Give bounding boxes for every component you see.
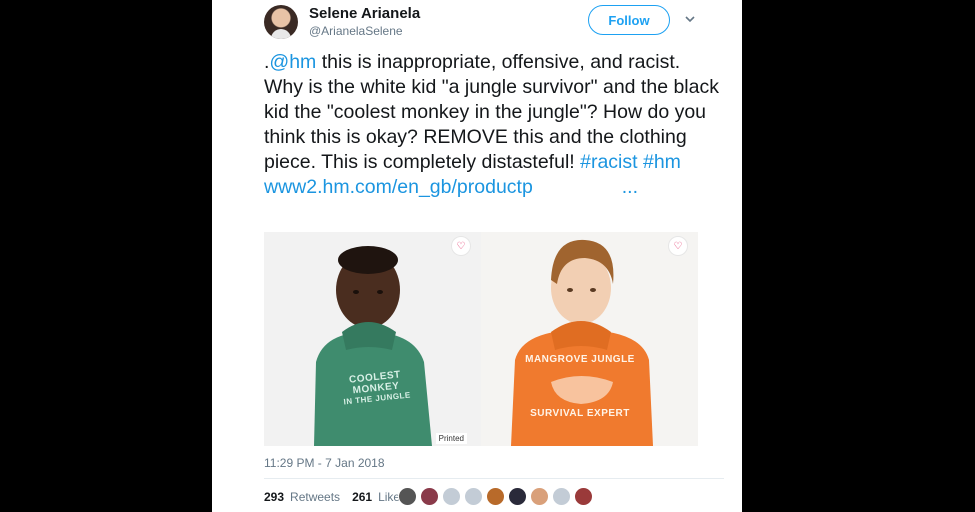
hashtag-hm[interactable]: #hm <box>643 151 681 173</box>
shirt-text-3: SURVIVAL EXPERT <box>525 408 635 419</box>
tweet-text: .@hm this is inappropriate, offensive, a… <box>264 50 724 200</box>
photo-green-hoodie[interactable]: COOLEST MONKEY IN THE JUNGLE ♡ Printed <box>264 232 481 446</box>
liker-avatar[interactable] <box>398 487 417 506</box>
shirt-text-2a: MANGROVE JUNGLE <box>525 354 635 365</box>
shirt-text-2: MANGROVE JUNGLE <box>525 354 635 365</box>
heart-icon[interactable]: ♡ <box>451 236 471 256</box>
retweets-label[interactable]: Retweets <box>290 490 340 504</box>
author-handle[interactable]: @ArianelaSelene <box>309 24 403 38</box>
text-line1: this is inappropriate, offensive, and <box>316 51 623 73</box>
hashtag-racist[interactable]: #racist <box>580 151 637 173</box>
photo-orange-hoodie[interactable]: MANGROVE JUNGLE SURVIVAL EXPERT ♡ <box>481 232 698 446</box>
tweet-timestamp[interactable]: 11:29 PM - 7 Jan 2018 <box>264 456 385 470</box>
liker-avatar[interactable] <box>530 487 549 506</box>
retweets-count[interactable]: 293 <box>264 490 284 504</box>
author-name[interactable]: Selene Arianela <box>309 5 420 22</box>
tweet-stats: 293 Retweets 261 Likes <box>264 490 406 504</box>
media-gallery: COOLEST MONKEY IN THE JUNGLE ♡ Printed M… <box>264 232 698 446</box>
liker-avatar[interactable] <box>486 487 505 506</box>
liker-avatar[interactable] <box>464 487 483 506</box>
likes-count[interactable]: 261 <box>352 490 372 504</box>
likers-avatars <box>398 487 593 506</box>
heart-icon-2[interactable]: ♡ <box>668 236 688 256</box>
green-hoodie-image <box>314 246 432 446</box>
url-row: www2.hm.com/en_gb/productp ... <box>264 175 638 200</box>
divider <box>264 478 724 479</box>
liker-avatar[interactable] <box>574 487 593 506</box>
mention-link[interactable]: @hm <box>269 51 316 73</box>
follow-button[interactable]: Follow <box>588 5 670 35</box>
liker-avatar[interactable] <box>508 487 527 506</box>
url-ellipsis[interactable]: ... <box>622 175 638 200</box>
author-avatar[interactable] <box>264 5 298 39</box>
shirt-text-2b: SURVIVAL EXPERT <box>530 408 630 419</box>
chevron-down-icon[interactable] <box>683 12 697 26</box>
liker-avatar[interactable] <box>442 487 461 506</box>
tweet-card: Selene Arianela @ArianelaSelene Follow .… <box>212 0 742 512</box>
liker-avatar[interactable] <box>552 487 571 506</box>
url-link[interactable]: www2.hm.com/en_gb/productp <box>264 175 533 200</box>
liker-avatar[interactable] <box>420 487 439 506</box>
printed-label: Printed <box>435 433 467 444</box>
